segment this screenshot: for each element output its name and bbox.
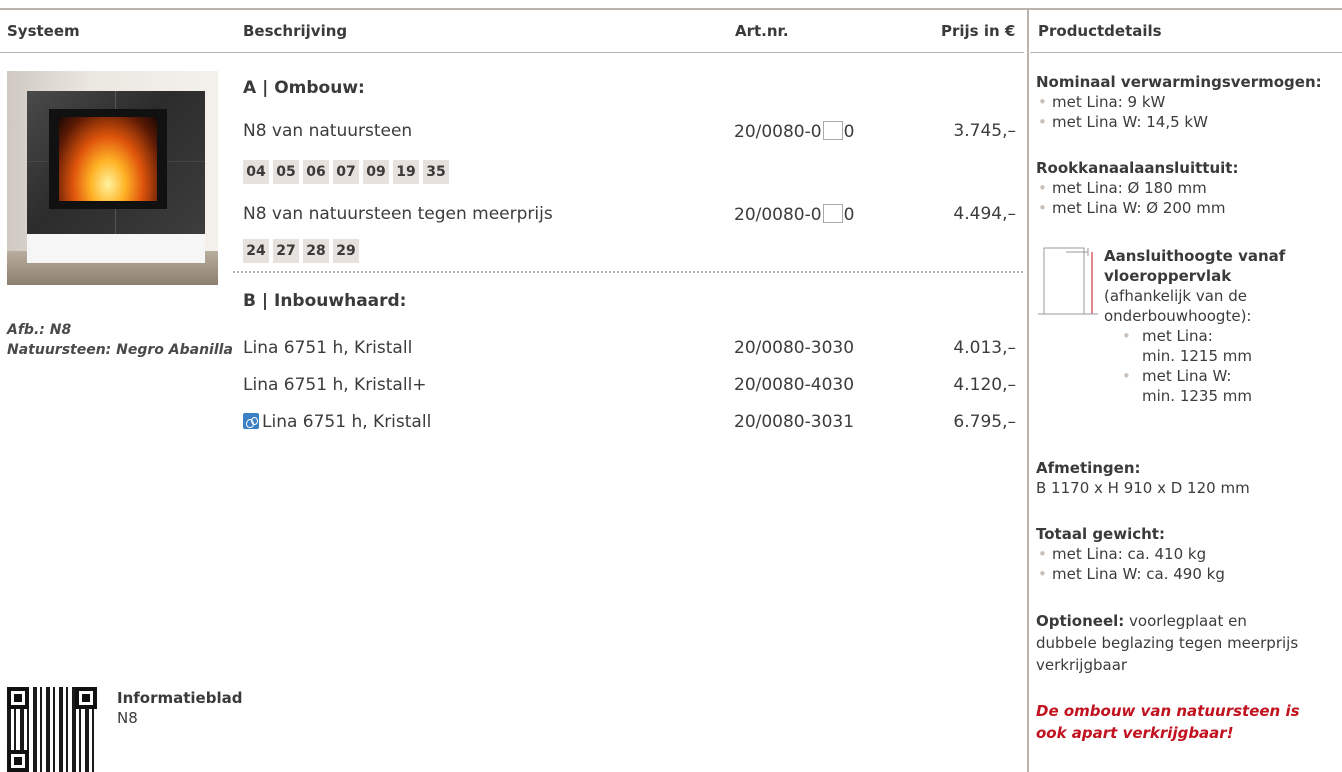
- availability-note: De ombouw van natuursteen is ook apart v…: [1036, 700, 1342, 744]
- header-artnr: Art.nr.: [735, 22, 789, 40]
- note-line-1: De ombouw van natuursteen is: [1036, 702, 1300, 720]
- section-a-title: A | Ombouw:: [243, 78, 365, 98]
- swatch: 04: [243, 160, 269, 184]
- section-a-row-1-price: 3.745,–: [953, 121, 1016, 141]
- hoogte-title-1: Aansluithoogte vanaf: [1104, 247, 1286, 265]
- caption-line-2: Natuursteen: Negro Abanilla: [7, 342, 233, 358]
- details-hoogte: Aansluithoogte vanaf vloeroppervlak (afh…: [1104, 246, 1342, 406]
- section-b-row-1-desc: Lina 6751 h, Kristall: [243, 338, 413, 358]
- rook-title: Rookkanaalaansluittuit:: [1036, 159, 1239, 177]
- section-b-row-2-art: 20/0080-4030: [734, 375, 855, 395]
- vermogen-title: Nominaal verwarmingsvermogen:: [1036, 73, 1322, 91]
- swatch: 27: [273, 239, 299, 263]
- swatch: 24: [243, 239, 269, 263]
- list-item: met Lina: 9 kW: [1036, 92, 1342, 112]
- top-rule: [0, 8, 1342, 10]
- swatch: 29: [333, 239, 359, 263]
- swatch: 05: [273, 160, 299, 184]
- details-afmetingen: Afmetingen: B 1170 x H 910 x D 120 mm: [1036, 458, 1342, 498]
- note-line-2: ook apart verkrijgbaar!: [1036, 724, 1234, 742]
- section-b-row-1-price: 4.013,–: [953, 338, 1016, 358]
- list-item: met Lina W:min. 1235 mm: [1120, 366, 1342, 406]
- list-item: met Lina:min. 1215 mm: [1120, 326, 1342, 366]
- list-item: met Lina: ca. 410 kg: [1036, 544, 1342, 564]
- optioneel-text: dubbele beglazing tegen meerprijs: [1036, 634, 1299, 652]
- details-optioneel: Optioneel: voorlegplaat en dubbele begla…: [1036, 610, 1342, 676]
- section-b-row-2-desc: Lina 6751 h, Kristall+: [243, 375, 427, 395]
- section-a-row-1-desc: N8 van natuursteen: [243, 121, 413, 141]
- section-a-row-2-price: 4.494,–: [953, 204, 1016, 224]
- art-variant-box: [822, 204, 843, 223]
- info-title: Informatieblad: [117, 689, 243, 707]
- hoogte-text-1: (afhankelijk van de: [1104, 287, 1247, 305]
- swatch: 19: [393, 160, 419, 184]
- section-b-row-3-desc: Lina 6751 h, Kristall: [243, 412, 431, 432]
- section-b-row-3-price: 6.795,–: [953, 412, 1016, 432]
- caption-line-1: Afb.: N8: [7, 322, 72, 338]
- list-item: met Lina W: Ø 200 mm: [1036, 198, 1342, 218]
- swatch: 07: [333, 160, 359, 184]
- hoogte-text-2: onderbouwhoogte):: [1104, 307, 1252, 325]
- header-rule: [0, 52, 1024, 53]
- art-variant-box: [822, 121, 843, 140]
- info-subtitle: N8: [117, 709, 138, 727]
- header-prijs: Prijs in €: [941, 22, 1016, 40]
- swatch: 09: [363, 160, 389, 184]
- optioneel-text: verkrijgbaar: [1036, 656, 1128, 674]
- column-divider: [1027, 9, 1029, 772]
- swatch: 35: [423, 160, 449, 184]
- hoogte-title-2: vloeroppervlak: [1104, 267, 1232, 285]
- section-b-row-1-art: 20/0080-3030: [734, 338, 855, 358]
- optioneel-text: voorlegplaat en: [1124, 612, 1247, 630]
- swatch-list-1: 04 05 06 07 09 19 35: [243, 160, 449, 184]
- image-caption: Afb.: N8 Natuursteen: Negro Abanilla: [7, 320, 233, 360]
- section-separator: [233, 271, 1023, 273]
- section-a-row-2-art: 20/0080-0 0: [734, 204, 855, 225]
- fireplace-photo: [7, 71, 218, 285]
- section-a-row-2-desc: N8 van natuursteen tegen meerprijs: [243, 204, 553, 224]
- swatch: 06: [303, 160, 329, 184]
- list-item: met Lina W: ca. 490 kg: [1036, 564, 1342, 584]
- section-b-row-3-art: 20/0080-3031: [734, 412, 855, 432]
- afmetingen-title: Afmetingen:: [1036, 459, 1141, 477]
- optioneel-label: Optioneel:: [1036, 612, 1125, 630]
- header-productdetails: Productdetails: [1038, 22, 1162, 40]
- section-b-row-2-price: 4.120,–: [953, 375, 1016, 395]
- swatch: 28: [303, 239, 329, 263]
- section-b-title: B | Inbouwhaard:: [243, 291, 407, 311]
- list-item: met Lina W: 14,5 kW: [1036, 112, 1342, 132]
- connection-height-diagram: [1038, 247, 1098, 315]
- details-vermogen: Nominaal verwarmingsvermogen: met Lina: …: [1036, 72, 1342, 132]
- header-beschrijving: Beschrijving: [243, 22, 348, 40]
- qr-code[interactable]: [7, 687, 97, 772]
- list-item: met Lina: Ø 180 mm: [1036, 178, 1342, 198]
- details-rook: Rookkanaalaansluittuit: met Lina: Ø 180 …: [1036, 158, 1342, 218]
- water-icon: [243, 413, 259, 429]
- section-a-row-1-art: 20/0080-0 0: [734, 121, 855, 142]
- gewicht-title: Totaal gewicht:: [1036, 525, 1165, 543]
- afmetingen-value: B 1170 x H 910 x D 120 mm: [1036, 479, 1250, 497]
- header-rule-details: [1030, 52, 1342, 53]
- details-gewicht: Totaal gewicht: met Lina: ca. 410 kg met…: [1036, 524, 1342, 584]
- swatch-list-2: 24 27 28 29: [243, 239, 359, 263]
- header-systeem: Systeem: [7, 22, 80, 40]
